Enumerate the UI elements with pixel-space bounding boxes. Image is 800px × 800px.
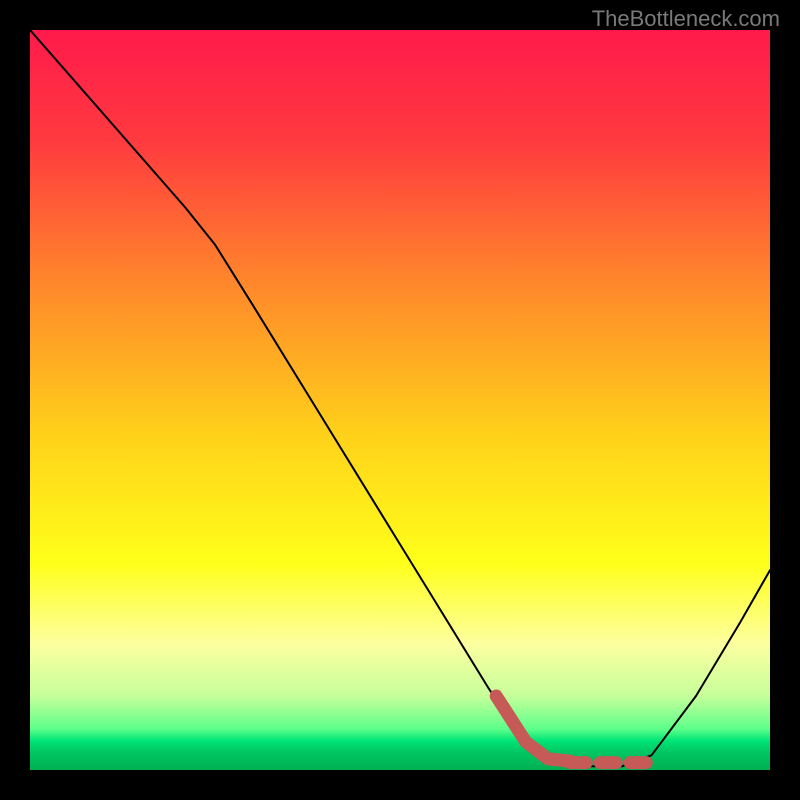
chart-svg <box>30 30 770 770</box>
gradient-background <box>30 30 770 770</box>
chart-plot-area <box>30 30 770 770</box>
watermark-text: TheBottleneck.com <box>592 6 780 32</box>
